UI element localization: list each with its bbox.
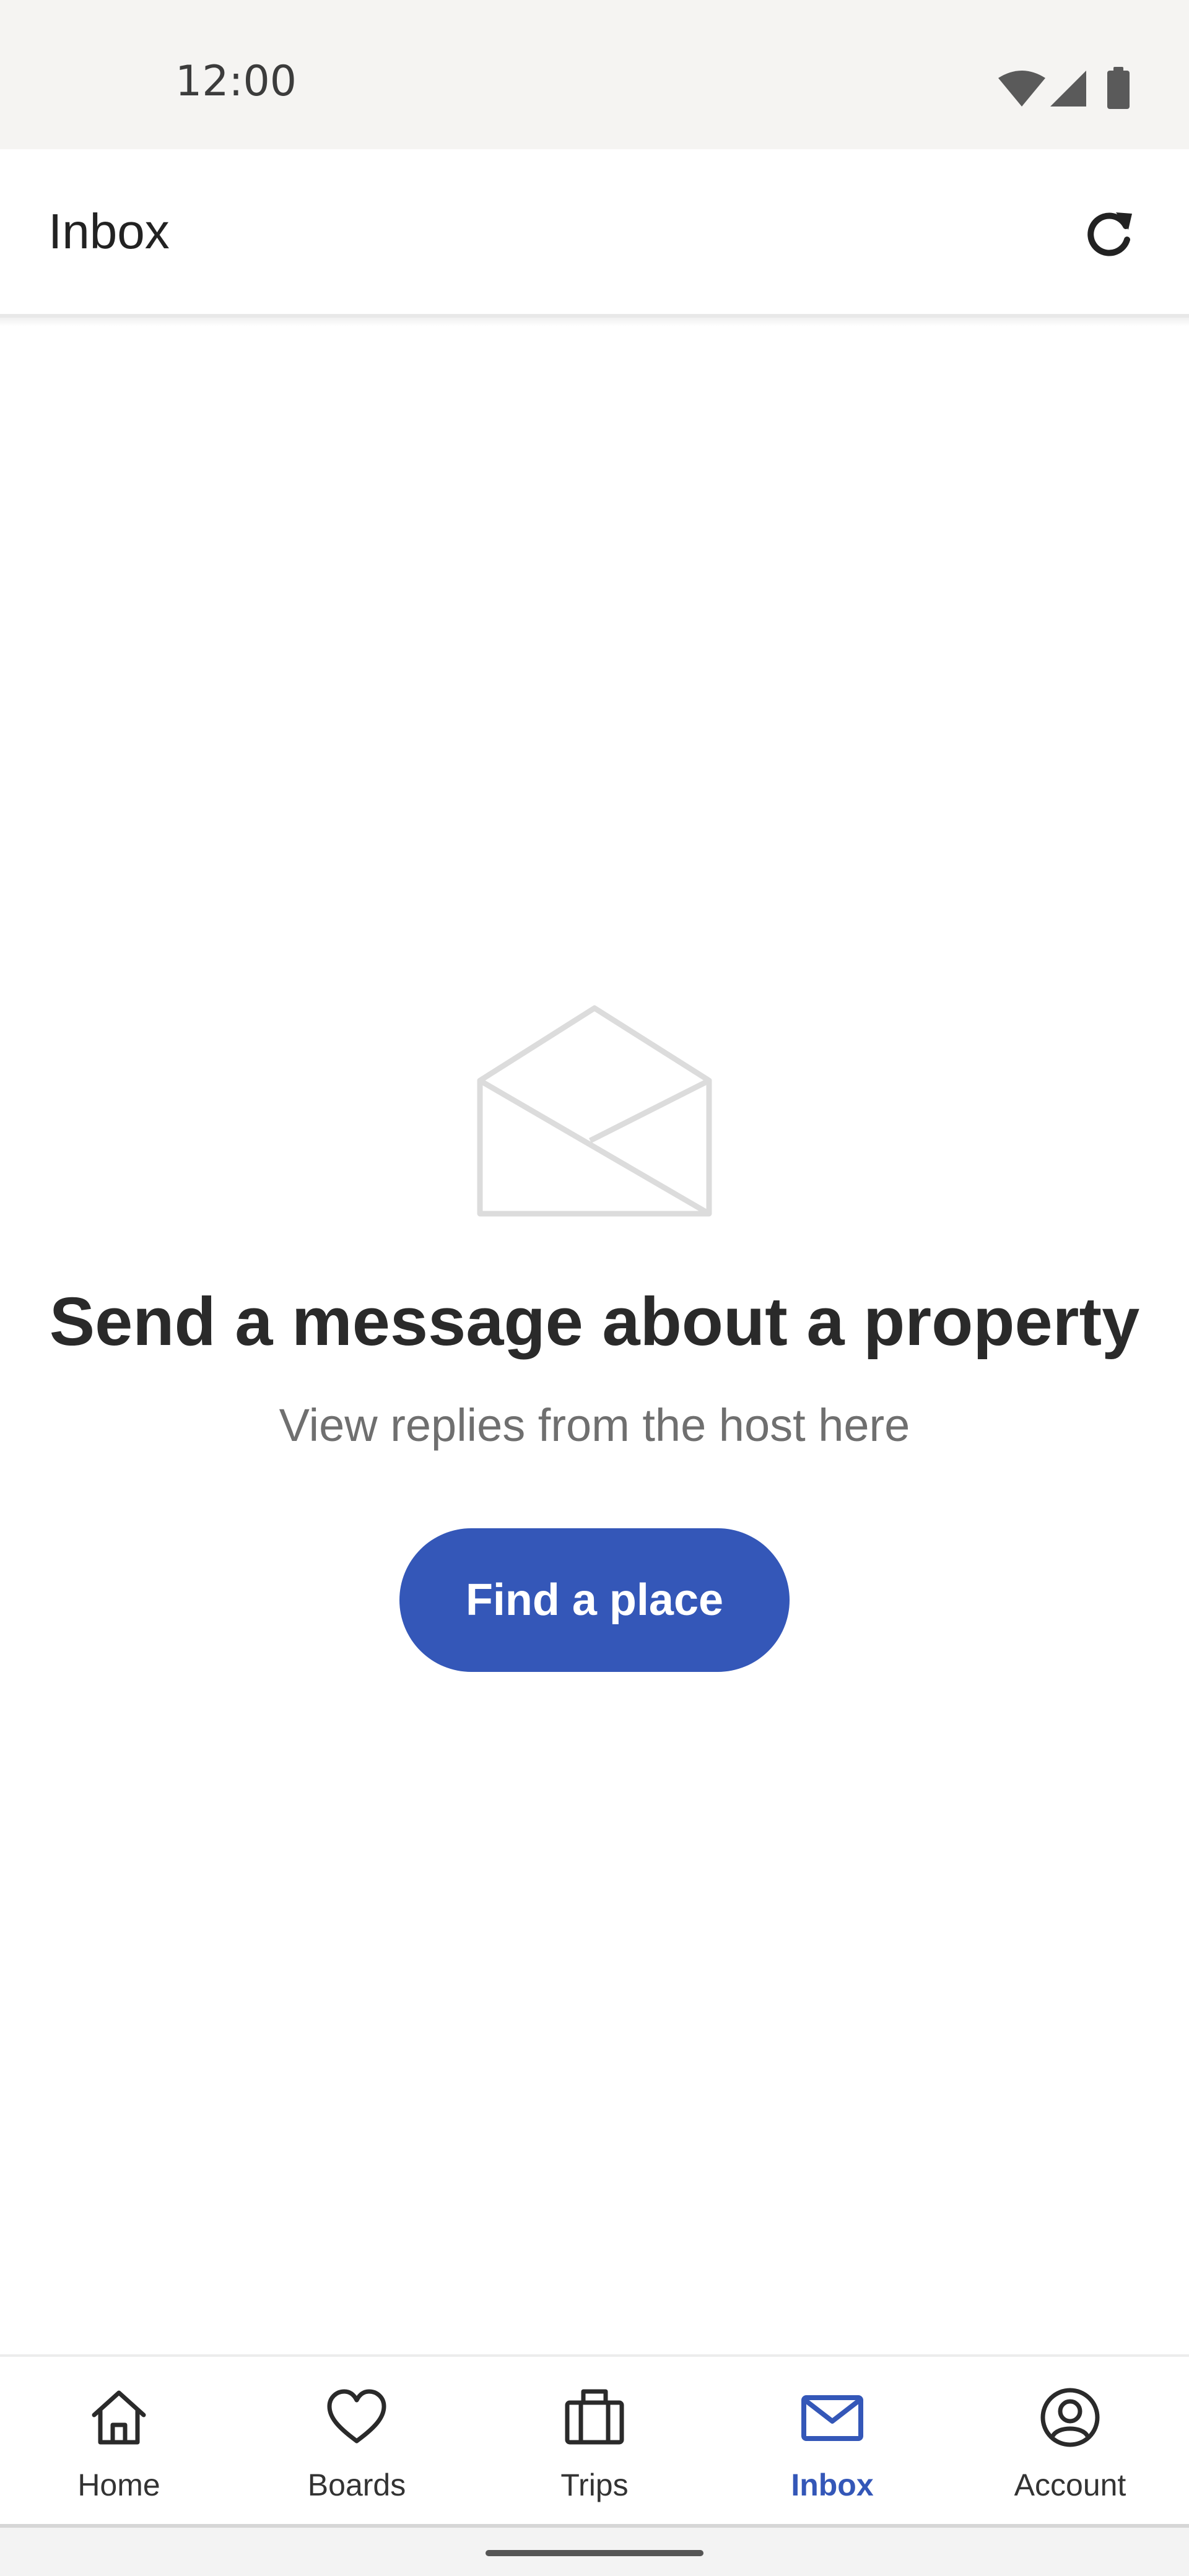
home-indicator[interactable] xyxy=(486,2550,703,2556)
page-title: Inbox xyxy=(48,204,170,259)
nav-item-trips[interactable]: Trips xyxy=(476,2357,713,2528)
cellular-signal-icon xyxy=(1050,71,1086,107)
nav-item-boards[interactable]: Boards xyxy=(238,2357,476,2528)
nav-label-account: Account xyxy=(1014,2468,1126,2502)
refresh-icon xyxy=(1087,212,1132,256)
home-icon xyxy=(92,2390,146,2445)
nav-label-boards: Boards xyxy=(307,2468,406,2502)
empty-state-title: Send a message about a property xyxy=(49,1284,1140,1360)
status-bar: 12:00 xyxy=(0,0,1189,149)
find-a-place-button[interactable]: Find a place xyxy=(399,1528,790,1672)
status-icons xyxy=(997,67,1139,110)
bottom-nav: Home Boards Trips Inbox Account xyxy=(0,2354,1189,2528)
header-shadow xyxy=(0,318,1189,326)
nav-item-inbox[interactable]: Inbox xyxy=(713,2357,951,2528)
nav-label-trips: Trips xyxy=(560,2468,629,2502)
refresh-button[interactable] xyxy=(1075,199,1144,268)
mail-icon xyxy=(801,2395,863,2441)
open-envelope-icon xyxy=(477,1005,712,1217)
status-time: 12:00 xyxy=(175,57,297,106)
nav-label-inbox: Inbox xyxy=(791,2468,874,2502)
heart-icon xyxy=(327,2389,386,2443)
app-bar: Inbox xyxy=(0,149,1189,318)
battery-icon xyxy=(1107,67,1130,109)
gesture-area xyxy=(0,2528,1189,2576)
suitcase-icon xyxy=(565,2389,624,2445)
nav-item-account[interactable]: Account xyxy=(951,2357,1189,2528)
empty-state-subtitle: View replies from the host here xyxy=(279,1399,910,1451)
nav-item-home[interactable]: Home xyxy=(0,2357,238,2528)
wifi-icon xyxy=(998,71,1045,107)
nav-label-home: Home xyxy=(77,2468,160,2502)
account-icon xyxy=(1040,2388,1100,2447)
